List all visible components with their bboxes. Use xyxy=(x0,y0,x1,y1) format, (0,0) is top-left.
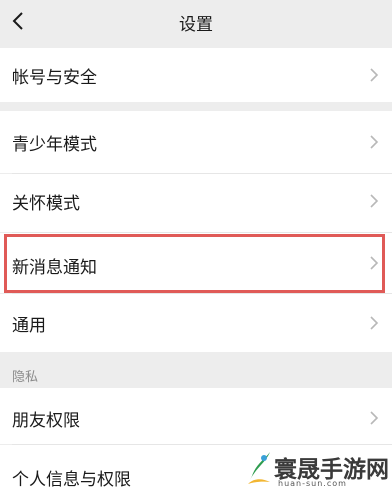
settings-item-account-security[interactable]: 帐号与安全 xyxy=(0,48,392,102)
settings-item-friend-permissions[interactable]: 朋友权限 xyxy=(0,388,392,444)
settings-screen: 设置 帐号与安全 青少年模式 关怀模式 新消息通知 通用 隐私 朋友权限 个人信… xyxy=(0,0,392,490)
page-title: 设置 xyxy=(179,15,213,35)
watermark: 寰晟手游网 huan-sun.com xyxy=(244,444,392,490)
settings-item-label: 通用 xyxy=(12,316,46,336)
chevron-right-icon xyxy=(370,316,379,330)
chevron-right-icon xyxy=(370,411,379,425)
highlight-frame xyxy=(4,234,385,293)
chevron-right-icon xyxy=(370,194,379,208)
nav-bar: 设置 xyxy=(0,0,392,45)
chevron-right-icon xyxy=(370,68,379,82)
settings-item-general[interactable]: 通用 xyxy=(0,294,392,352)
settings-item-label: 帐号与安全 xyxy=(12,68,97,88)
watermark-url: huan-sun.com xyxy=(278,479,347,488)
settings-item-teen-mode[interactable]: 青少年模式 xyxy=(0,111,392,173)
chevron-right-icon xyxy=(370,135,379,149)
settings-item-label: 个人信息与权限 xyxy=(12,470,131,490)
settings-item-label: 青少年模式 xyxy=(12,135,97,155)
settings-item-label: 朋友权限 xyxy=(12,411,80,431)
settings-item-care-mode[interactable]: 关怀模式 xyxy=(0,174,392,232)
settings-item-label: 关怀模式 xyxy=(12,194,80,214)
watermark-logo-icon xyxy=(248,452,270,484)
section-header-privacy: 隐私 xyxy=(12,370,39,385)
